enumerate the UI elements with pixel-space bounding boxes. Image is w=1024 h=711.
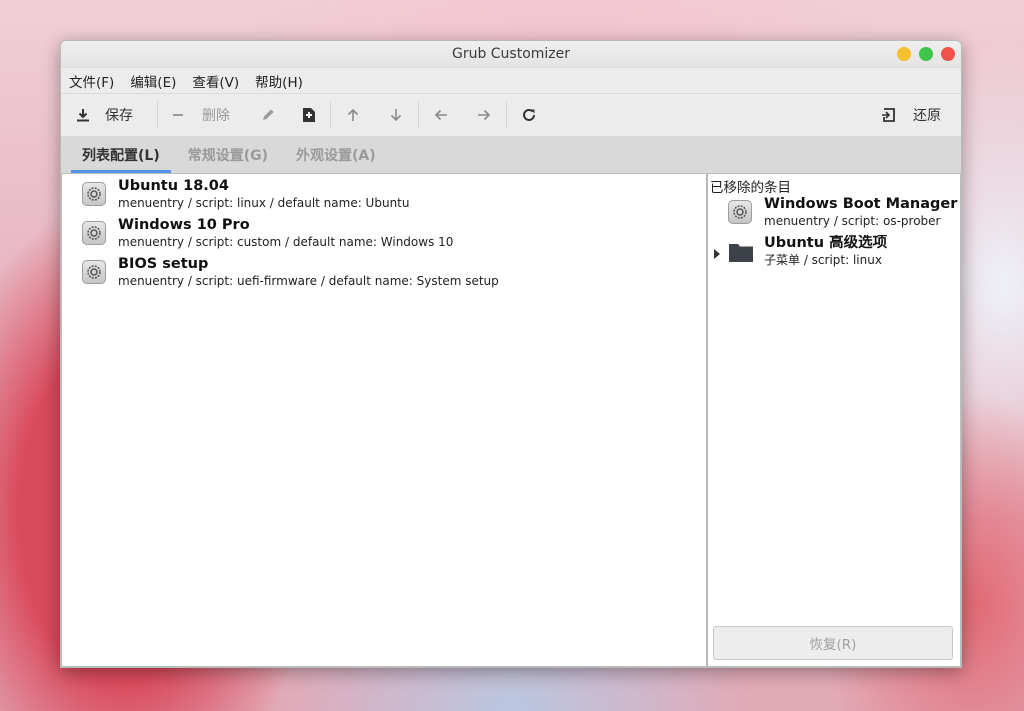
download-icon	[77, 109, 89, 122]
list-item[interactable]: BIOS setup menuentry / script: uefi-firm…	[62, 252, 706, 291]
arrow-right-icon	[478, 109, 491, 121]
entry-detail: menuentry / script: uefi-firmware / defa…	[118, 274, 499, 288]
toolbar: 保存 删除 还原	[61, 94, 961, 137]
entry-detail: 子菜单 / script: linux	[764, 253, 882, 267]
tab-appearance-settings[interactable]: 外观设置(A)	[285, 145, 387, 173]
gear-icon	[728, 200, 752, 224]
menu-edit[interactable]: 编辑(E)	[130, 71, 176, 91]
save-button[interactable]: 保存	[75, 100, 133, 130]
refresh-icon	[523, 108, 535, 121]
toolbar-separator	[506, 102, 507, 128]
content-area: Ubuntu 18.04 menuentry / script: linux /…	[61, 173, 961, 667]
entry-name: Ubuntu 高级选项	[764, 235, 888, 251]
list-item[interactable]: Windows Boot Manager (… menuentry / scri…	[708, 195, 960, 234]
removed-entries-title: 已移除的条目	[710, 180, 791, 196]
arrow-left-icon	[434, 109, 447, 121]
close-button[interactable]	[941, 47, 955, 61]
new-entry-button[interactable]	[302, 100, 316, 130]
entry-detail: menuentry / script: linux / default name…	[118, 196, 410, 210]
move-left-button[interactable]	[433, 100, 449, 130]
save-label: 保存	[105, 108, 133, 124]
revert-label: 还原	[913, 108, 941, 124]
entry-name: Windows Boot Manager (…	[764, 196, 960, 212]
menu-view[interactable]: 查看(V)	[192, 71, 239, 91]
expand-arrow-icon[interactable]	[714, 249, 720, 259]
app-window: Grub Customizer 文件(F) 编辑(E) 查看(V) 帮助(H) …	[60, 40, 962, 668]
toolbar-separator	[418, 102, 419, 128]
revert-icon	[882, 108, 895, 122]
minus-icon	[173, 114, 183, 116]
entry-name: BIOS setup	[118, 256, 209, 272]
gear-icon	[82, 260, 106, 284]
tab-bar: 列表配置(L) 常规设置(G) 外观设置(A)	[61, 137, 961, 174]
rename-button[interactable]	[260, 100, 276, 130]
maximize-button[interactable]	[919, 47, 933, 61]
move-right-button[interactable]	[476, 100, 492, 130]
entry-name: Windows 10 Pro	[118, 217, 250, 233]
folder-icon	[728, 241, 754, 263]
list-item[interactable]: Ubuntu 高级选项 子菜单 / script: linux	[708, 234, 960, 273]
move-up-button[interactable]	[345, 100, 361, 130]
menu-file[interactable]: 文件(F)	[69, 71, 114, 91]
entry-list: Ubuntu 18.04 menuentry / script: linux /…	[61, 173, 706, 667]
arrow-up-icon	[347, 108, 359, 121]
refresh-button[interactable]	[521, 100, 537, 130]
delete-label: 删除	[202, 108, 230, 124]
entry-name: Ubuntu 18.04	[118, 178, 229, 194]
toolbar-separator	[157, 102, 158, 128]
entry-detail: menuentry / script: custom / default nam…	[118, 235, 454, 249]
restore-button[interactable]: 恢复(R)	[713, 626, 953, 660]
list-item[interactable]: Ubuntu 18.04 menuentry / script: linux /…	[62, 174, 706, 213]
tab-list-config[interactable]: 列表配置(L)	[71, 145, 171, 173]
delete-button[interactable]: 删除	[172, 100, 230, 130]
pencil-icon	[263, 109, 274, 120]
minimize-button[interactable]	[897, 47, 911, 61]
toolbar-separator	[330, 102, 331, 128]
gear-icon	[82, 221, 106, 245]
menu-help[interactable]: 帮助(H)	[255, 71, 303, 91]
revert-button[interactable]: 还原	[881, 100, 941, 130]
add-document-icon	[303, 108, 315, 122]
gear-icon	[82, 182, 106, 206]
tab-general-settings[interactable]: 常规设置(G)	[177, 145, 279, 173]
title-bar[interactable]: Grub Customizer	[61, 41, 961, 68]
move-down-button[interactable]	[388, 100, 404, 130]
menu-bar: 文件(F) 编辑(E) 查看(V) 帮助(H)	[61, 68, 961, 94]
arrow-down-icon	[390, 109, 402, 122]
list-item[interactable]: Windows 10 Pro menuentry / script: custo…	[62, 213, 706, 252]
removed-entries-pane: 已移除的条目 Windows Boot Manager (… menuentry…	[708, 173, 961, 667]
window-title: Grub Customizer	[451, 46, 571, 62]
entry-detail: menuentry / script: os-prober	[764, 214, 941, 228]
